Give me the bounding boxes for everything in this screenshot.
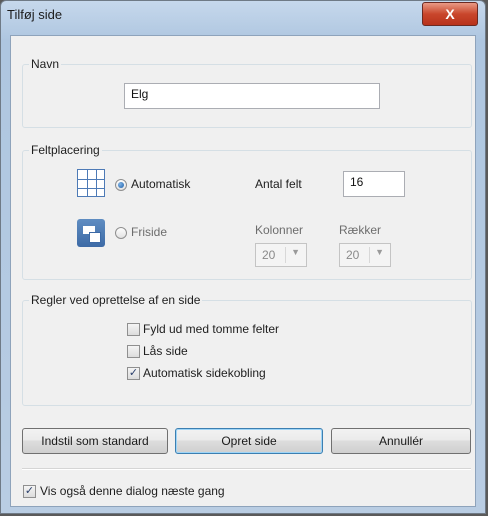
close-button[interactable]: X <box>422 2 478 26</box>
placement-group: Feltplacering Automatisk Antal felt 16 F… <box>22 143 472 280</box>
close-icon: X <box>445 6 455 22</box>
fill-empty-label[interactable]: Fyld ud med tomme felter <box>143 322 279 336</box>
free-layout-icon <box>77 219 105 247</box>
name-group: Navn Elg <box>22 57 472 128</box>
rows-label: Rækker <box>339 223 382 237</box>
auto-link-checkbox[interactable]: ✓ <box>127 367 140 380</box>
chevron-down-icon: ▼ <box>375 247 384 257</box>
create-page-button[interactable]: Opret side <box>175 428 323 454</box>
field-count-input[interactable]: 16 <box>343 171 405 197</box>
rules-group-label: Regler ved oprettelse af en side <box>29 293 203 307</box>
automatic-label[interactable]: Automatisk <box>131 177 190 191</box>
cancel-button[interactable]: Annullér <box>331 428 471 454</box>
placement-group-label: Feltplacering <box>29 143 102 157</box>
rows-dropdown[interactable]: 20 ▼ <box>339 243 391 267</box>
chevron-down-icon: ▼ <box>291 247 300 257</box>
lock-page-label[interactable]: Lås side <box>143 344 188 358</box>
free-radio[interactable] <box>115 227 127 239</box>
show-again-checkbox[interactable]: ✓ <box>23 485 36 498</box>
lock-page-checkbox[interactable] <box>127 345 140 358</box>
title-bar[interactable]: Tilføj side X <box>1 1 485 31</box>
free-label[interactable]: Friside <box>131 225 167 239</box>
set-default-button[interactable]: Indstil som standard <box>22 428 168 454</box>
columns-value: 20 <box>262 248 276 262</box>
field-count-label: Antal felt <box>255 177 302 191</box>
columns-label: Kolonner <box>255 223 304 237</box>
show-again-label[interactable]: Vis også denne dialog næste gang <box>40 484 225 498</box>
rules-group: Regler ved oprettelse af en side Fyld ud… <box>22 293 472 406</box>
automatic-radio[interactable] <box>115 179 127 191</box>
window-title: Tilføj side <box>7 7 63 22</box>
name-group-label: Navn <box>29 57 62 71</box>
name-input[interactable]: Elg <box>124 83 380 109</box>
dialog-window: Tilføj side X Navn Elg Feltplacering Aut… <box>0 0 486 514</box>
grid-icon <box>77 169 105 197</box>
rows-value: 20 <box>346 248 360 262</box>
auto-link-label[interactable]: Automatisk sidekobling <box>143 366 266 380</box>
dialog-body: Navn Elg Feltplacering Automatisk Antal … <box>10 35 476 507</box>
columns-dropdown[interactable]: 20 ▼ <box>255 243 307 267</box>
fill-empty-checkbox[interactable] <box>127 323 140 336</box>
footer-divider <box>22 468 471 470</box>
